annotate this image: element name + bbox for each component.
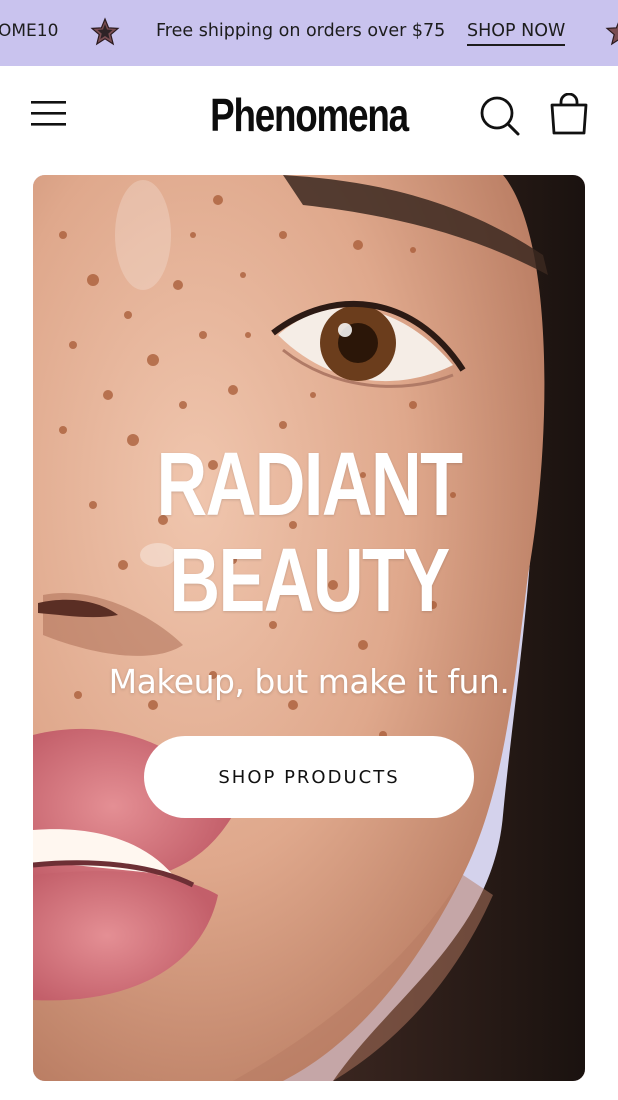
star-icon [90,17,120,46]
site-header: Phenomena [0,66,618,166]
search-icon [480,96,520,136]
shop-now-link[interactable]: SHOP NOW [467,21,566,46]
announcement-message: Free shipping on orders over $75 [156,21,446,41]
announcement-promo-code: OME10 [0,21,59,41]
hero-title-line1: RADIANT [156,435,464,535]
hero-title-line2: BEAUTY [169,531,450,631]
star-icon [605,22,618,46]
announcement-bar: OME10 Free shipping on orders over $75 S… [0,0,618,66]
cart-button[interactable] [546,92,592,137]
search-button[interactable] [478,94,522,138]
shop-products-button[interactable]: SHOP PRODUCTS [144,736,474,818]
hero-title: RADIANT BEAUTY [94,437,525,629]
hero-subtitle: Makeup, but make it fun. [108,662,510,701]
hero-banner: RADIANT BEAUTY Makeup, but make it fun. … [33,175,585,1081]
shopping-bag-icon [550,92,588,135]
